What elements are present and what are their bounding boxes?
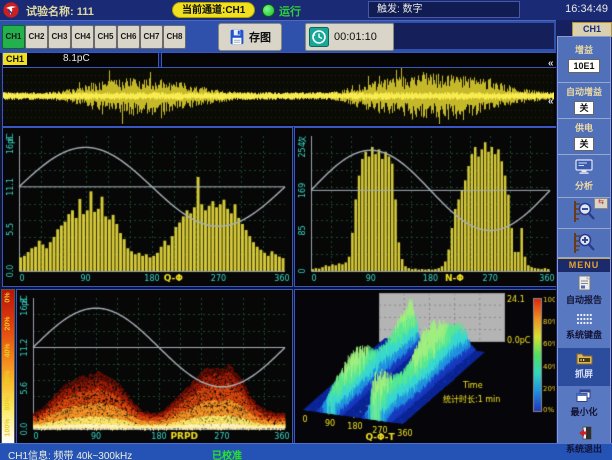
run-status-text: 运行 xyxy=(279,3,301,19)
exit-door-icon xyxy=(577,426,592,440)
auto-gain-section[interactable]: 自动增益 关 xyxy=(558,83,610,119)
analysis-button[interactable]: 分析 xyxy=(558,155,610,198)
q-phi-chart xyxy=(3,128,290,284)
colorbar-label: 100% xyxy=(5,415,12,441)
system-exit-button[interactable]: 系统退出 xyxy=(558,424,610,444)
system-keyboard-label: 系统键盘 xyxy=(558,328,610,341)
keyboard-icon xyxy=(576,313,593,326)
minimize-button[interactable]: 最小化 xyxy=(558,386,610,427)
sidebar-panel: 增益 10E1 自动增益 关 供电 关 分析 xyxy=(557,36,611,443)
app-logo-icon xyxy=(3,2,19,18)
save-image-button[interactable]: 存图 xyxy=(218,23,282,51)
power-label: 供电 xyxy=(558,121,610,134)
channel-button-ch3[interactable]: CH3 xyxy=(48,25,71,49)
title-bar: 试验名称: 111 当前通道:CH1 运行 触发: 数字 16:34:49 xyxy=(0,0,612,20)
scale-badge-icon: ⇆ xyxy=(594,198,608,209)
channel-button-ch8[interactable]: CH8 xyxy=(163,25,186,49)
collapse-chevron-icon[interactable]: « xyxy=(548,58,554,69)
colorbar-label: 40% xyxy=(5,338,12,364)
test-name: 试验名称: 111 xyxy=(26,3,94,19)
channel-info-text: CH1信息: 频带 40k~300kHz xyxy=(8,447,132,460)
folder-icon xyxy=(576,351,593,365)
channel-button-ch5[interactable]: CH5 xyxy=(94,25,117,49)
prpd-colorbar: 0% 20% 40% 60% 80% 100% xyxy=(1,289,15,445)
sidebar-channel-tab[interactable]: CH1 xyxy=(572,22,612,37)
trigger-mode: 触发: 数字 xyxy=(368,1,520,18)
system-exit-label: 系统退出 xyxy=(558,442,610,455)
channel-toolbar: CH1 CH2 CH3 CH4 CH5 CH6 CH7 CH8 存图 xyxy=(0,20,612,53)
channel-peak-readout: CH1 8.1pC xyxy=(2,52,159,68)
auto-gain-label: 自动增益 xyxy=(558,85,610,98)
collapse-chevron-icon[interactable]: « xyxy=(548,96,554,107)
channel-button-ch6[interactable]: CH6 xyxy=(117,25,140,49)
save-image-label: 存图 xyxy=(249,29,271,45)
test-name-value: 111 xyxy=(77,6,94,18)
n-phi-panel xyxy=(294,127,558,287)
power-section[interactable]: 供电 关 xyxy=(558,119,610,155)
colorbar-label: 0% xyxy=(5,285,12,311)
channel-button-ch4[interactable]: CH4 xyxy=(71,25,94,49)
channel-button-ch2[interactable]: CH2 xyxy=(25,25,48,49)
status-bar: CH1信息: 频带 40k~300kHz 已校准 xyxy=(0,443,612,460)
auto-gain-value[interactable]: 关 xyxy=(574,101,594,115)
channel-tag: CH1 xyxy=(3,53,27,65)
system-keyboard-button[interactable]: 系统键盘 xyxy=(558,310,610,351)
prpd-chart xyxy=(17,290,290,442)
timer-value: 00:01:10 xyxy=(334,31,377,43)
colorbar-label: 20% xyxy=(5,311,12,337)
timer-button[interactable]: 00:01:10 xyxy=(305,23,394,51)
q-phi-t-panel xyxy=(294,289,558,445)
pd-analyzer-window: 试验名称: 111 当前通道:CH1 运行 触发: 数字 16:34:49 CH… xyxy=(0,0,612,460)
report-document-icon xyxy=(577,275,592,291)
zoom-in-icon xyxy=(571,231,597,255)
power-value[interactable]: 关 xyxy=(574,137,594,151)
channel-button-ch7[interactable]: CH7 xyxy=(140,25,163,49)
zoom-out-button[interactable]: ⇆ xyxy=(558,197,610,229)
run-status-icon xyxy=(262,4,275,17)
prpd-panel xyxy=(16,289,293,445)
windows-minimize-icon xyxy=(576,389,592,403)
waveform-panel xyxy=(2,67,557,127)
peak-charge-value: 8.1pC xyxy=(63,53,90,65)
screen-capture-label: 抓屏 xyxy=(558,367,610,380)
test-name-label: 试验名称: xyxy=(26,6,74,18)
toolbar-spacer-panel xyxy=(394,23,554,49)
timer-clock-icon xyxy=(309,27,329,47)
channel-button-ch1[interactable]: CH1 xyxy=(2,25,25,49)
right-sidebar: CH1 增益 10E1 自动增益 关 供电 关 xyxy=(556,20,612,443)
floppy-disk-icon xyxy=(229,29,245,45)
colorbar-label: 80% xyxy=(5,391,12,417)
colorbar-label: 60% xyxy=(5,365,12,391)
screen-capture-button[interactable]: 抓屏 xyxy=(558,348,610,389)
monitor-icon xyxy=(575,159,593,174)
gain-section[interactable]: 增益 10E1 xyxy=(558,37,610,83)
auto-report-button[interactable]: 自动报告 xyxy=(558,272,610,313)
gain-value[interactable]: 10E1 xyxy=(568,59,600,73)
gain-label: 增益 xyxy=(558,43,610,56)
n-phi-chart xyxy=(295,128,555,284)
waveform-canvas xyxy=(3,68,554,124)
analysis-label: 分析 xyxy=(558,179,610,192)
q-phi-t-chart xyxy=(295,290,555,442)
calibration-status: 已校准 xyxy=(212,447,242,460)
menu-header: MENU xyxy=(558,258,610,273)
readout-extension-box xyxy=(161,52,557,68)
minimize-label: 最小化 xyxy=(558,405,610,418)
system-clock: 16:34:49 xyxy=(565,3,608,15)
zoom-in-button[interactable] xyxy=(558,229,610,258)
q-phi-panel xyxy=(2,127,293,287)
auto-report-label: 自动报告 xyxy=(558,293,610,306)
current-channel-badge: 当前通道:CH1 xyxy=(172,2,255,18)
